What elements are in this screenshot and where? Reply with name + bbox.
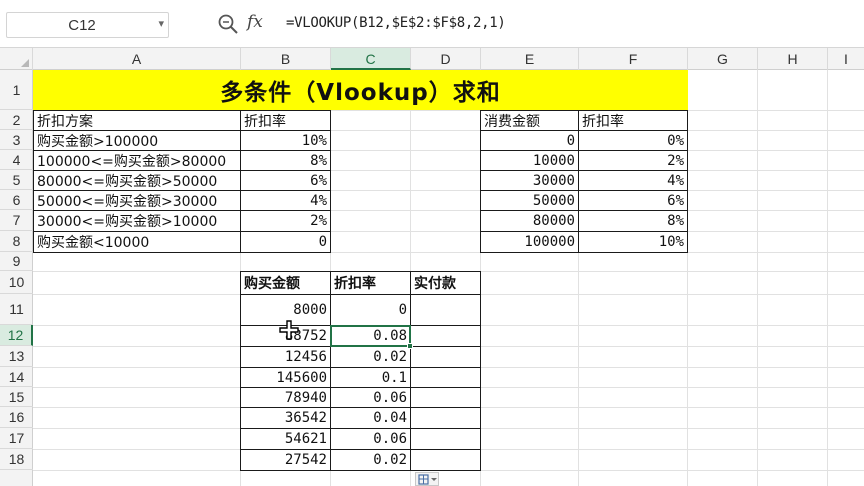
row-header-16[interactable]: 16 — [0, 407, 33, 428]
column-header-h[interactable]: H — [758, 48, 828, 70]
row-header-17[interactable]: 17 — [0, 428, 33, 449]
title-cell[interactable]: 多条件（Vlookup）求和 — [33, 70, 688, 110]
formula-text: =VLOOKUP(B12,$E$2:$F$8,2,1) — [286, 15, 506, 31]
row-header-15[interactable]: 15 — [0, 387, 33, 407]
column-header-e[interactable]: E — [481, 48, 579, 70]
column-header-g[interactable]: G — [688, 48, 758, 70]
t2-amount-1[interactable]: 0 — [480, 130, 579, 151]
row-header-7[interactable]: 7 — [0, 210, 33, 231]
name-box-value: C12 — [68, 17, 96, 34]
t3-amount-4[interactable]: 145600 — [240, 367, 331, 388]
zoom-icon[interactable] — [217, 13, 239, 35]
row-header-1[interactable]: 1 — [0, 70, 33, 110]
t3-rate-6[interactable]: 0.04 — [330, 407, 411, 429]
t2-rate-6[interactable]: 10% — [578, 231, 688, 253]
t2-amount-3[interactable]: 30000 — [480, 170, 579, 191]
t2-header-rate[interactable]: 折扣率 — [578, 110, 688, 131]
t1-rate-3[interactable]: 6% — [240, 170, 331, 191]
t3-payment-3[interactable] — [410, 346, 481, 368]
row-header-10[interactable]: 10 — [0, 271, 33, 294]
column-header-a[interactable]: A — [33, 48, 241, 70]
t3-rate-1[interactable]: 0 — [330, 294, 411, 326]
t1-scheme-4[interactable]: 50000<=购买金额>30000 — [33, 190, 241, 211]
row-header-6[interactable]: 6 — [0, 190, 33, 210]
t3-payment-7[interactable] — [410, 428, 481, 450]
sheet-grid[interactable]: 多条件（Vlookup）求和 折扣方案 折扣率 购买金额>100000 10% … — [33, 70, 864, 486]
cursor-icon — [279, 320, 299, 340]
t3-payment-6[interactable] — [410, 407, 481, 429]
row-header-13[interactable]: 13 — [0, 346, 33, 367]
t1-scheme-6[interactable]: 购买金额<10000 — [33, 231, 241, 253]
t3-amount-6[interactable]: 36542 — [240, 407, 331, 429]
t1-header-rate[interactable]: 折扣率 — [240, 110, 331, 131]
row-header: 1 2 3 4 5 6 7 8 9 10 11 12 13 14 15 16 1… — [0, 70, 33, 486]
t3-rate-3[interactable]: 0.02 — [330, 346, 411, 368]
t3-payment-1[interactable] — [410, 294, 481, 326]
t1-scheme-3[interactable]: 80000<=购买金额>50000 — [33, 170, 241, 191]
chevron-down-icon[interactable]: ▾ — [158, 17, 164, 30]
t1-scheme-5[interactable]: 30000<=购买金额>10000 — [33, 210, 241, 232]
t2-rate-1[interactable]: 0% — [578, 130, 688, 151]
t1-scheme-2[interactable]: 100000<=购买金额>80000 — [33, 150, 241, 171]
column-header: A B C D E F G H I — [0, 48, 864, 70]
row-header-18[interactable]: 18 — [0, 449, 33, 470]
t3-amount-5[interactable]: 78940 — [240, 387, 331, 408]
t3-rate-8[interactable]: 0.02 — [330, 449, 411, 471]
row-header-3[interactable]: 3 — [0, 130, 33, 150]
paste-options-icon[interactable] — [415, 472, 439, 486]
formula-bar: C12 ▾ fx =VLOOKUP(B12,$E$2:$F$8,2,1) — [0, 0, 864, 48]
t3-header-rate[interactable]: 折扣率 — [330, 271, 411, 295]
selected-cell-outline[interactable] — [330, 325, 411, 347]
row-header-9[interactable]: 9 — [0, 252, 33, 271]
t2-rate-3[interactable]: 4% — [578, 170, 688, 191]
name-box[interactable]: C12 ▾ — [6, 12, 169, 38]
fill-handle[interactable] — [407, 343, 413, 349]
t1-rate-4[interactable]: 4% — [240, 190, 331, 211]
t3-header-payment[interactable]: 实付款 — [410, 271, 481, 295]
t1-rate-5[interactable]: 2% — [240, 210, 331, 232]
t2-amount-2[interactable]: 10000 — [480, 150, 579, 171]
t3-amount-8[interactable]: 27542 — [240, 449, 331, 471]
t3-header-amount[interactable]: 购买金额 — [240, 271, 331, 295]
t3-payment-2[interactable] — [410, 325, 481, 347]
t2-amount-6[interactable]: 100000 — [480, 231, 579, 253]
t3-payment-5[interactable] — [410, 387, 481, 408]
t2-header-amount[interactable]: 消费金额 — [480, 110, 579, 131]
t3-rate-5[interactable]: 0.06 — [330, 387, 411, 408]
fx-icon[interactable]: fx — [247, 12, 263, 32]
column-header-b[interactable]: B — [241, 48, 331, 70]
t1-rate-6[interactable]: 0 — [240, 231, 331, 253]
t2-rate-5[interactable]: 8% — [578, 210, 688, 232]
row-header-14[interactable]: 14 — [0, 367, 33, 387]
t1-rate-2[interactable]: 8% — [240, 150, 331, 171]
t2-amount-4[interactable]: 50000 — [480, 190, 579, 211]
t3-payment-8[interactable] — [410, 449, 481, 471]
row-header-11[interactable]: 11 — [0, 294, 33, 325]
column-header-d[interactable]: D — [411, 48, 481, 70]
row-header-8[interactable]: 8 — [0, 231, 33, 252]
row-header-5[interactable]: 5 — [0, 170, 33, 190]
t3-amount-7[interactable]: 54621 — [240, 428, 331, 450]
t3-amount-3[interactable]: 12456 — [240, 346, 331, 368]
row-header-4[interactable]: 4 — [0, 150, 33, 170]
column-header-i[interactable]: I — [828, 48, 864, 70]
t3-payment-4[interactable] — [410, 367, 481, 388]
t3-rate-4[interactable]: 0.1 — [330, 367, 411, 388]
row-header-2[interactable]: 2 — [0, 110, 33, 130]
select-all-button[interactable] — [0, 48, 33, 70]
row-header-12[interactable]: 12 — [0, 325, 33, 346]
formula-input[interactable]: =VLOOKUP(B12,$E$2:$F$8,2,1) — [280, 8, 864, 40]
t2-amount-5[interactable]: 80000 — [480, 210, 579, 232]
column-header-f[interactable]: F — [579, 48, 688, 70]
column-header-c[interactable]: C — [331, 48, 411, 70]
t1-scheme-1[interactable]: 购买金额>100000 — [33, 130, 241, 151]
t1-header-scheme[interactable]: 折扣方案 — [33, 110, 241, 131]
t1-rate-1[interactable]: 10% — [240, 130, 331, 151]
t2-rate-4[interactable]: 6% — [578, 190, 688, 211]
t3-rate-7[interactable]: 0.06 — [330, 428, 411, 450]
t2-rate-2[interactable]: 2% — [578, 150, 688, 171]
